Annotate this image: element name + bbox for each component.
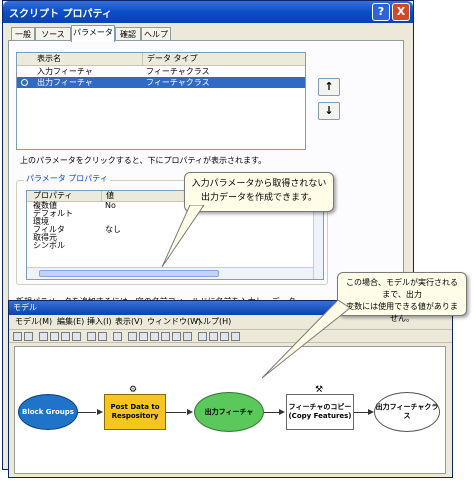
scrollbar-thumb[interactable] — [39, 270, 219, 277]
pan-icon[interactable] — [183, 332, 192, 341]
validate-icon[interactable] — [220, 332, 229, 341]
model-window: モデル モデル(M) 編集(E) 挿入(I) 表示(V) ウィンドウ(W) ヘル… — [8, 300, 453, 478]
connector — [264, 412, 279, 413]
model-menubar: モデル(M) 編集(E) 挿入(I) 表示(V) ウィンドウ(W) ヘルプ(H) — [9, 316, 452, 328]
help-button[interactable]: ? — [372, 3, 390, 21]
column-header-property[interactable]: プロパティ — [33, 191, 73, 201]
node-label: 出力フィーチャ — [204, 407, 254, 416]
arrow-icon — [279, 409, 285, 415]
close-button[interactable]: X — [392, 3, 410, 21]
script-icon: ⚙ — [129, 385, 138, 395]
connector — [166, 412, 186, 413]
fixed-zoom-icon[interactable] — [150, 332, 159, 341]
arrow-icon — [97, 409, 103, 415]
paste-icon[interactable] — [61, 332, 70, 341]
menu-insert[interactable]: 挿入(I) — [87, 316, 112, 328]
node-copy-features[interactable]: フィーチャのコピー (Copy Features) — [286, 394, 354, 430]
tab-help[interactable]: ヘルプ — [141, 27, 171, 41]
copy-icon[interactable] — [50, 332, 59, 341]
menu-view[interactable]: 表示(V) — [115, 316, 143, 328]
move-up-button[interactable]: ↑ — [318, 78, 340, 96]
column-header-value[interactable]: 値 — [101, 191, 114, 201]
tab-parameters[interactable]: パラメータ — [71, 25, 115, 42]
tab-validation[interactable]: 確認 — [115, 27, 141, 41]
row-display-name: 入力フィーチャ — [37, 67, 93, 76]
run-icon[interactable] — [231, 332, 240, 341]
connector — [354, 412, 368, 413]
property-name: シンボル — [33, 241, 65, 250]
menu-model[interactable]: モデル(M) — [15, 316, 52, 328]
row-data-type: フィーチャクラス — [146, 67, 210, 76]
row-display-name: 出力フィーチャ — [37, 78, 93, 87]
add-data-icon[interactable] — [113, 332, 122, 341]
node-block-groups[interactable]: Block Groups — [18, 394, 78, 430]
radio-icon — [21, 79, 28, 86]
parameter-table[interactable]: 表示名 データ タイプ 入力フィーチャ フィーチャクラス 出力フィーチャ フィー… — [16, 52, 306, 150]
select-icon[interactable] — [198, 332, 207, 341]
connect-icon[interactable] — [209, 332, 218, 341]
node-label: Post Data to Respository — [110, 403, 160, 420]
model-toolbar — [9, 329, 452, 343]
delete-icon[interactable] — [72, 332, 81, 341]
model-canvas[interactable]: Block Groups Post Data to Respository ⚙ … — [14, 346, 446, 474]
column-header-data-type[interactable]: データ タイプ — [142, 53, 198, 65]
parameter-table-header: 表示名 データ タイプ — [17, 53, 305, 66]
callout-pointer — [262, 300, 351, 379]
callout-pointer — [161, 205, 205, 268]
save-icon[interactable] — [13, 332, 22, 341]
row-data-type: フィーチャクラス — [146, 78, 210, 87]
hint-text: 上のパラメータをクリックすると、下にプロパティが表示されます。 — [20, 156, 267, 165]
table-row-selected[interactable]: 出力フィーチャ フィーチャクラス — [17, 77, 305, 88]
menu-window[interactable]: ウィンドウ(W) — [147, 316, 201, 328]
vertical-scrollbar[interactable] — [313, 202, 323, 279]
zoom-in-icon[interactable] — [161, 332, 170, 341]
arrow-icon — [187, 409, 193, 415]
menu-help[interactable]: ヘルプ(H) — [195, 316, 231, 328]
move-down-button[interactable]: ↓ — [318, 102, 340, 120]
property-value[interactable]: No — [105, 202, 116, 210]
group-label: パラメータ プロパティ — [24, 173, 110, 184]
dialog-title: スクリプト プロパティ — [9, 9, 112, 20]
full-extent-icon[interactable] — [139, 332, 148, 341]
node-post-data[interactable]: Post Data to Respository — [104, 394, 166, 430]
node-label: 出力フィーチャクラス — [375, 403, 439, 420]
callout-model-runtime: この場合、モデルが実行されるまで、出力 変数には使用できる値がありません。 — [337, 272, 467, 323]
node-output-class[interactable]: 出力フィーチャクラス — [374, 392, 440, 432]
tab-source[interactable]: ソース — [35, 27, 71, 41]
connector — [78, 412, 96, 413]
node-label: Block Groups — [22, 407, 74, 416]
table-row[interactable]: 入力フィーチャ フィーチャクラス — [17, 66, 305, 77]
tab-general[interactable]: 一般 — [11, 27, 35, 41]
column-header-display-name[interactable]: 表示名 — [37, 53, 61, 65]
node-label: フィーチャのコピー (Copy Features) — [288, 403, 352, 420]
model-title: モデル — [13, 303, 37, 312]
auto-layout-icon[interactable] — [128, 332, 137, 341]
cut-icon[interactable] — [39, 332, 48, 341]
undo-icon[interactable] — [87, 332, 96, 341]
node-output-feature[interactable]: 出力フィーチャ — [194, 392, 264, 432]
hammer-icon: ⚒ — [315, 385, 324, 395]
zoom-out-icon[interactable] — [172, 332, 181, 341]
redo-icon[interactable] — [98, 332, 107, 341]
print-icon[interactable] — [24, 332, 33, 341]
property-value[interactable]: なし — [105, 226, 121, 234]
dialog-titlebar: スクリプト プロパティ ? X — [3, 1, 413, 23]
menu-edit[interactable]: 編集(E) — [57, 316, 84, 328]
